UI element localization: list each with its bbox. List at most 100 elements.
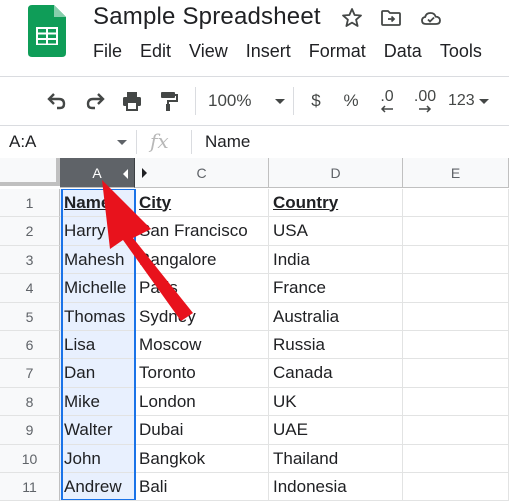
cell-d5[interactable]: Australia xyxy=(269,303,403,331)
row-header[interactable]: 1 xyxy=(0,189,60,217)
cell-a3[interactable]: Mahesh xyxy=(60,246,135,274)
cell-a6[interactable]: Lisa xyxy=(60,331,135,359)
more-formats-button[interactable]: 123 xyxy=(448,89,494,113)
row-header[interactable]: 9 xyxy=(0,416,60,445)
star-icon[interactable] xyxy=(340,6,364,30)
cell-a11[interactable]: Andrew xyxy=(60,473,135,501)
menu-data[interactable]: Data xyxy=(384,41,422,62)
cell-e6[interactable] xyxy=(403,331,509,359)
print-button[interactable] xyxy=(118,89,146,113)
cell-c2[interactable]: San Francisco xyxy=(135,217,269,246)
cell-d11[interactable]: Indonesia xyxy=(269,473,403,501)
undo-button[interactable] xyxy=(44,89,70,113)
fx-icon: fx xyxy=(150,129,169,153)
cell-a4[interactable]: Michelle xyxy=(60,274,135,303)
menu-tools[interactable]: Tools xyxy=(440,41,482,62)
row-header[interactable]: 10 xyxy=(0,445,60,473)
row-header[interactable]: 5 xyxy=(0,303,60,331)
name-box[interactable]: A:A xyxy=(9,132,36,152)
percent-format-button[interactable]: % xyxy=(340,89,362,113)
cell-d4[interactable]: France xyxy=(269,274,403,303)
cell-c4[interactable]: Paris xyxy=(135,274,269,303)
menu-insert[interactable]: Insert xyxy=(246,41,291,62)
zoom-value: 100% xyxy=(208,91,252,110)
zoom-caret-icon xyxy=(275,98,286,104)
cell-a5[interactable]: Thomas xyxy=(60,303,135,331)
cell-c10[interactable]: Bangkok xyxy=(135,445,269,473)
cell-a9[interactable]: Walter xyxy=(60,416,135,445)
cell-d2[interactable]: USA xyxy=(269,217,403,246)
row-header[interactable]: 11 xyxy=(0,473,60,501)
currency-label: $ xyxy=(311,91,321,110)
cell-c5[interactable]: Sydney xyxy=(135,303,269,331)
increase-decimal-label: .00 xyxy=(413,88,437,105)
cloud-saved-icon[interactable] xyxy=(419,6,443,30)
column-header-a-label: A xyxy=(92,164,102,181)
cell-d6[interactable]: Russia xyxy=(269,331,403,359)
row-header[interactable]: 4 xyxy=(0,274,60,303)
toolbar-divider xyxy=(195,87,196,115)
menu-bar: File Edit View Insert Format Data Tools xyxy=(93,41,500,65)
formula-bar-divider xyxy=(191,130,192,154)
cell-d3[interactable]: India xyxy=(269,246,403,274)
row-header[interactable]: 7 xyxy=(0,359,60,388)
cell-a1[interactable]: Name xyxy=(60,189,135,217)
cell-e11[interactable] xyxy=(403,473,509,501)
cell-c9[interactable]: Dubai xyxy=(135,416,269,445)
cell-e2[interactable] xyxy=(403,217,509,246)
cell-a8[interactable]: Mike xyxy=(60,388,135,416)
move-to-folder-icon[interactable] xyxy=(379,6,403,30)
cell-d10[interactable]: Thailand xyxy=(269,445,403,473)
cell-e1[interactable] xyxy=(403,189,509,217)
column-header-a[interactable]: A xyxy=(60,158,135,188)
cell-e9[interactable] xyxy=(403,416,509,445)
cell-d9[interactable]: UAE xyxy=(269,416,403,445)
undo-icon xyxy=(47,93,66,110)
cell-c8[interactable]: London xyxy=(135,388,269,416)
cell-e5[interactable] xyxy=(403,303,509,331)
hidden-columns-left-arrow-icon[interactable] xyxy=(123,169,128,179)
decrease-decimal-button[interactable]: .0 xyxy=(374,89,400,113)
currency-format-button[interactable]: $ xyxy=(305,89,327,113)
cell-e8[interactable] xyxy=(403,388,509,416)
cell-d1[interactable]: Country xyxy=(269,189,403,217)
zoom-select[interactable]: 100% xyxy=(208,89,288,113)
sheets-logo[interactable] xyxy=(28,5,66,57)
cell-e3[interactable] xyxy=(403,246,509,274)
select-all-corner[interactable] xyxy=(0,158,60,186)
decrease-decimal-label: .0 xyxy=(380,88,394,105)
cell-e10[interactable] xyxy=(403,445,509,473)
column-header-e[interactable]: E xyxy=(403,158,509,188)
row-header[interactable]: 8 xyxy=(0,388,60,416)
cell-c3[interactable]: Bangalore xyxy=(135,246,269,274)
cell-a2[interactable]: Harry xyxy=(60,217,135,246)
row-header[interactable]: 2 xyxy=(0,217,60,246)
row-header[interactable]: 3 xyxy=(0,246,60,274)
cell-a7[interactable]: Dan xyxy=(60,359,135,388)
cell-c1[interactable]: City xyxy=(135,189,269,217)
cell-a10[interactable]: John xyxy=(60,445,135,473)
name-box-caret-icon[interactable] xyxy=(117,140,127,145)
cell-c11[interactable]: Bali xyxy=(135,473,269,501)
menu-view[interactable]: View xyxy=(189,41,228,62)
menu-file[interactable]: File xyxy=(93,41,122,62)
cell-e7[interactable] xyxy=(403,359,509,388)
cell-c6[interactable]: Moscow xyxy=(135,331,269,359)
toolbar: 100% $ % .0 .00 123 xyxy=(0,76,509,125)
menu-edit[interactable]: Edit xyxy=(140,41,171,62)
hidden-columns-right-arrow-icon[interactable] xyxy=(142,168,147,178)
cell-e4[interactable] xyxy=(403,274,509,303)
cell-d7[interactable]: Canada xyxy=(269,359,403,388)
cell-c7[interactable]: Toronto xyxy=(135,359,269,388)
row-header[interactable]: 6 xyxy=(0,331,60,359)
cell-d8[interactable]: UK xyxy=(269,388,403,416)
menu-format[interactable]: Format xyxy=(309,41,366,62)
column-header-d[interactable]: D xyxy=(269,158,403,188)
column-header-c[interactable]: C xyxy=(135,158,269,188)
redo-button[interactable] xyxy=(82,89,108,113)
document-title[interactable]: Sample Spreadsheet xyxy=(93,3,321,31)
increase-decimal-button[interactable]: .00 xyxy=(410,89,440,113)
arrow-left-icon xyxy=(380,105,393,113)
paint-format-button[interactable] xyxy=(156,89,182,113)
formula-input[interactable]: Name xyxy=(205,132,250,152)
